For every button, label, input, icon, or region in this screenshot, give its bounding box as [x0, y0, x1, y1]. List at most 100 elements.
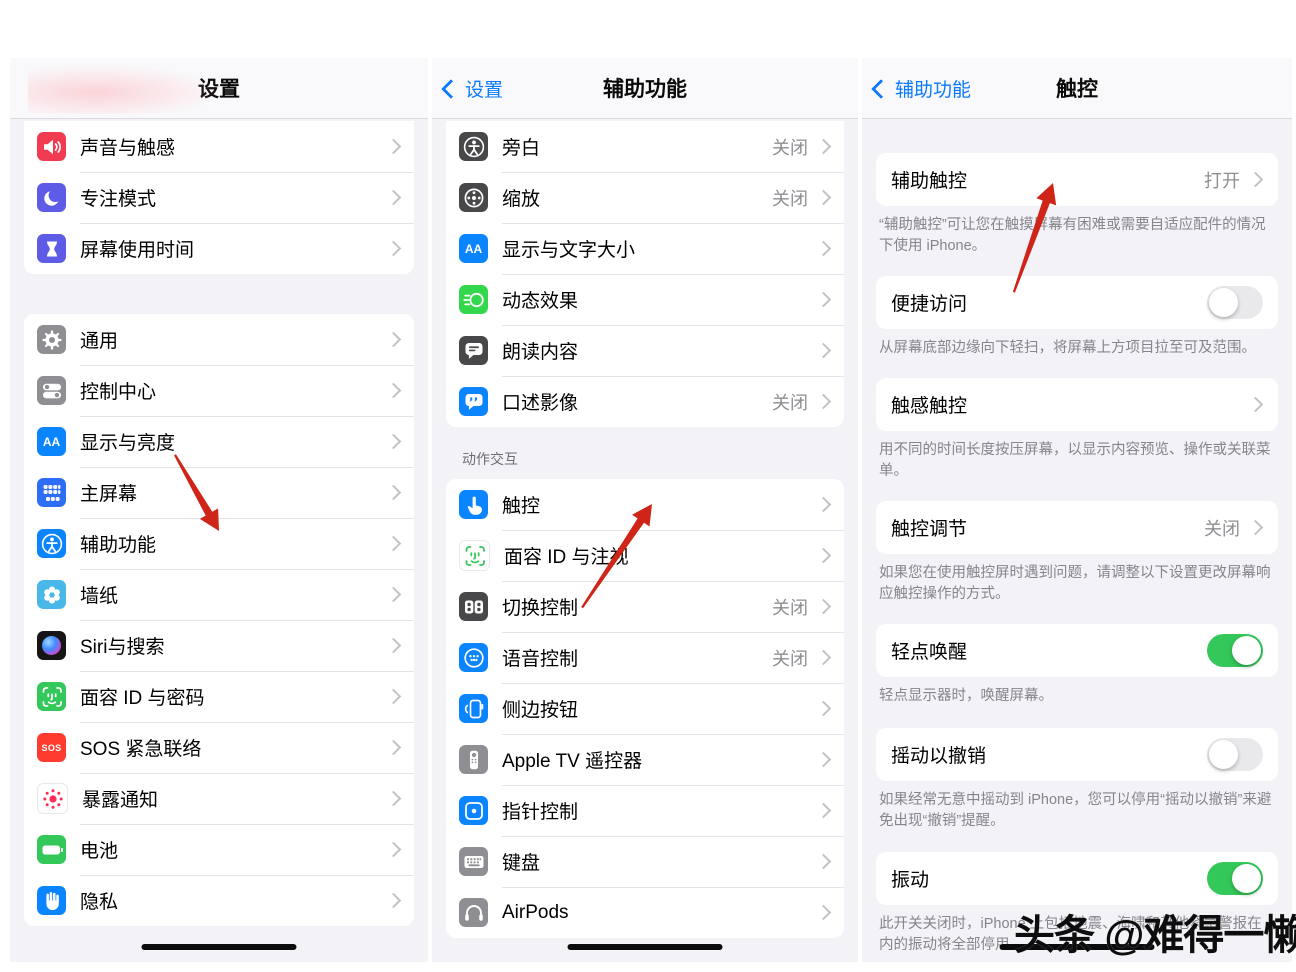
chevron-right-icon	[1247, 519, 1264, 536]
haptic-touch-card: 触感触控	[876, 378, 1278, 431]
hourglass-icon	[37, 234, 66, 263]
chevron-right-icon	[815, 751, 832, 768]
accessibility-item-pointer-control[interactable]: 指针控制	[446, 785, 844, 836]
hand-icon	[37, 886, 66, 915]
settings-item-display-brightness[interactable]: AA 显示与亮度	[24, 416, 414, 467]
pointer-control-icon	[459, 796, 488, 825]
settings-item-siri-search[interactable]: Siri与搜索	[24, 620, 414, 671]
settings-item-focus[interactable]: 专注模式	[24, 172, 414, 223]
control-center-icon	[37, 376, 66, 405]
settings-item-faceid-passcode[interactable]: 面容 ID 与密码	[24, 671, 414, 722]
toggle-knob	[1232, 636, 1261, 665]
settings-item-emergency-sos[interactable]: SOS SOS 紧急联络	[24, 722, 414, 773]
accessibility-item-spoken-content[interactable]: 朗读内容	[446, 325, 844, 376]
toggle-knob	[1209, 288, 1238, 317]
tap-to-wake-toggle[interactable]	[1207, 634, 1263, 667]
settings-item-wallpaper[interactable]: 墙纸	[24, 569, 414, 620]
touch-hand-icon	[459, 490, 488, 519]
toggle-knob	[1232, 864, 1261, 893]
chevron-right-icon	[385, 189, 402, 206]
keyboard-icon	[459, 847, 488, 876]
chevron-right-icon	[385, 790, 402, 807]
settings-item-sounds-haptics[interactable]: 声音与触感	[24, 121, 414, 172]
assistivetouch-card: 辅助触控 打开	[876, 153, 1278, 206]
settings-item-general[interactable]: 通用	[24, 314, 414, 365]
accessibility-item-side-button[interactable]: 侧边按钮	[446, 683, 844, 734]
speech-bubble-icon	[459, 336, 488, 365]
chevron-right-icon	[385, 739, 402, 756]
accessibility-group-1: 旁白 关闭 缩放 关闭 AA 显示与文字大小 动态效果 朗读内容 口述影像 关闭	[446, 121, 844, 427]
chevron-right-icon	[815, 700, 832, 717]
touch-accommodations-card: 触控调节 关闭	[876, 501, 1278, 554]
page-title: 辅助功能	[603, 78, 687, 101]
shake-to-undo-footer: 如果经常无意中摇动到 iPhone，您可以停用“摇动以撤销”来避免出现“撤销”提…	[879, 792, 1272, 829]
touch-item-assistivetouch[interactable]: 辅助触控 打开	[876, 153, 1278, 206]
touch-header: 辅助功能 触控	[862, 58, 1292, 119]
accessibility-item-audio-descriptions[interactable]: 口述影像 关闭	[446, 376, 844, 427]
settings-item-home-screen[interactable]: 主屏幕	[24, 467, 414, 518]
chevron-right-icon	[385, 138, 402, 155]
accessibility-header: 设置 辅助功能	[432, 58, 858, 119]
haptic-touch-footer: 用不同的时间长度按压屏幕，以显示内容预览、操作或关联菜单。	[879, 442, 1271, 479]
chevron-right-icon	[815, 598, 832, 615]
moon-icon	[37, 183, 66, 212]
chevron-right-icon	[815, 649, 832, 666]
accessibility-item-touch[interactable]: 触控	[446, 479, 844, 530]
home-indicator[interactable]	[567, 944, 723, 950]
settings-group-2: 通用 控制中心 AA 显示与亮度 主屏幕 辅助功能 墙纸 Siri与搜索 面容 …	[24, 314, 414, 926]
settings-item-privacy[interactable]: 隐私	[24, 875, 414, 926]
chevron-right-icon	[385, 586, 402, 603]
switch-control-icon	[459, 592, 488, 621]
settings-item-accessibility[interactable]: 辅助功能	[24, 518, 414, 569]
accessibility-item-motion[interactable]: 动态效果	[446, 274, 844, 325]
chevron-right-icon	[385, 535, 402, 552]
back-button[interactable]: 设置	[441, 58, 503, 118]
settings-item-battery[interactable]: 电池	[24, 824, 414, 875]
accessibility-item-voiceover[interactable]: 旁白 关闭	[446, 121, 844, 172]
toggle-knob	[1209, 740, 1238, 769]
touch-item-shake-to-undo: 摇动以撤销	[876, 728, 1278, 781]
accessibility-item-apple-tv-remote[interactable]: Apple TV 遥控器	[446, 734, 844, 785]
chevron-right-icon	[1247, 396, 1264, 413]
voiceover-icon	[459, 132, 488, 161]
page-title: 触控	[1056, 78, 1098, 101]
chevron-right-icon	[385, 433, 402, 450]
settings-item-control-center[interactable]: 控制中心	[24, 365, 414, 416]
accessibility-item-airpods[interactable]: AirPods	[446, 887, 844, 938]
exposure-dots-icon	[37, 783, 68, 814]
assistivetouch-footer: “辅助触控”可让您在触摸屏幕有困难或需要自适应配件的情况下使用 iPhone。	[879, 217, 1266, 254]
touch-item-accommodations[interactable]: 触控调节 关闭	[876, 501, 1278, 554]
chevron-right-icon	[815, 496, 832, 513]
touch-item-vibration: 振动	[876, 852, 1278, 905]
reachability-toggle[interactable]	[1207, 286, 1263, 319]
chevron-right-icon	[815, 853, 832, 870]
chevron-right-icon	[815, 240, 832, 257]
settings-item-exposure-notifications[interactable]: 暴露通知	[24, 773, 414, 824]
face-id-icon	[37, 682, 66, 711]
shake-to-undo-toggle[interactable]	[1207, 738, 1263, 771]
chevron-right-icon	[385, 240, 402, 257]
vibration-toggle[interactable]	[1207, 862, 1263, 895]
chevron-right-icon	[815, 138, 832, 155]
accessibility-item-zoom[interactable]: 缩放 关闭	[446, 172, 844, 223]
back-button[interactable]: 辅助功能	[871, 58, 971, 118]
face-id-attention-icon	[459, 540, 490, 571]
tap-to-wake-card: 轻点唤醒	[876, 624, 1278, 677]
accessibility-item-faceid-attention[interactable]: 面容 ID 与注视	[446, 530, 844, 581]
touch-item-haptic-touch[interactable]: 触感触控	[876, 378, 1278, 431]
settings-header: 设置	[10, 58, 428, 119]
accessibility-item-switch-control[interactable]: 切换控制 关闭	[446, 581, 844, 632]
touch-item-reachability: 便捷访问	[876, 276, 1278, 329]
chevron-right-icon	[1247, 171, 1264, 188]
sos-icon: SOS	[37, 733, 66, 762]
zoom-icon	[459, 183, 488, 212]
side-button-icon	[459, 694, 488, 723]
watermark-smudge	[28, 66, 218, 114]
settings-item-screen-time[interactable]: 屏幕使用时间	[24, 223, 414, 274]
accessibility-item-voice-control[interactable]: 语音控制 关闭	[446, 632, 844, 683]
text-size-icon: AA	[37, 427, 66, 456]
accessibility-item-keyboard[interactable]: 键盘	[446, 836, 844, 887]
text-size-icon: AA	[459, 234, 488, 263]
accessibility-item-display-text-size[interactable]: AA 显示与文字大小	[446, 223, 844, 274]
home-indicator[interactable]	[141, 944, 297, 950]
